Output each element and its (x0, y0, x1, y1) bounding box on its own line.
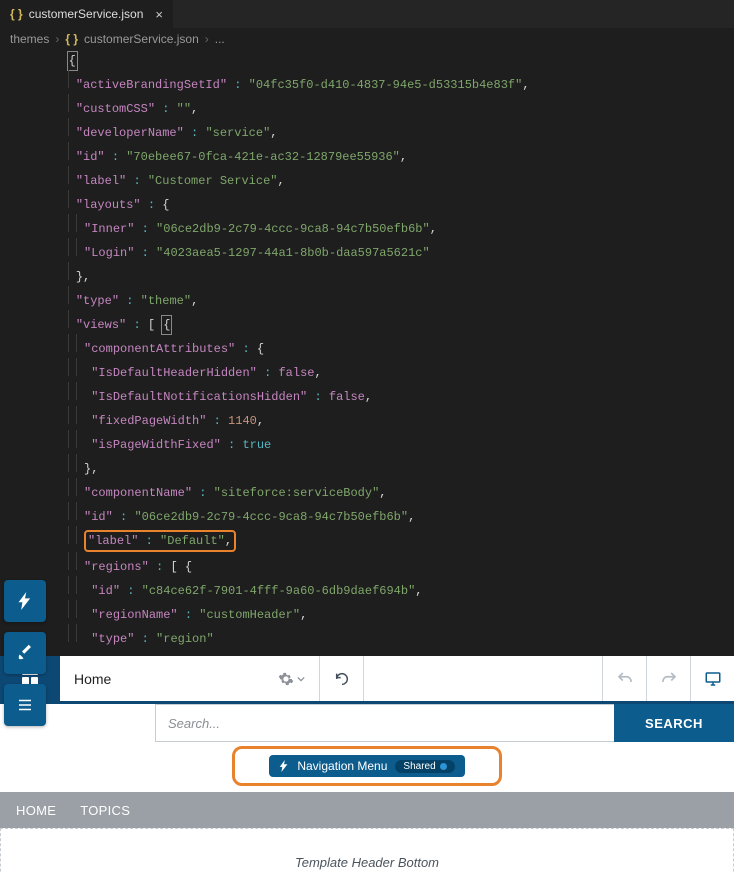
search-row: SEARCH (0, 704, 734, 742)
tab-home[interactable]: HOME (16, 803, 56, 818)
chevron-right-icon: › (205, 32, 209, 46)
breadcrumb: themes › { } customerService.json › ... (0, 28, 734, 50)
template-header-bottom-region[interactable]: Template Header Bottom (0, 828, 734, 873)
undo-icon (616, 670, 634, 688)
json-file-icon: { } (10, 7, 23, 21)
page-name: Home (74, 671, 111, 687)
breadcrumb-more[interactable]: ... (215, 32, 225, 46)
refresh-button[interactable] (320, 656, 364, 701)
chevron-right-icon: › (55, 32, 59, 46)
breadcrumb-file[interactable]: customerService.json (84, 32, 199, 46)
shared-badge: Shared (395, 760, 454, 773)
builder-area: Home SEARCH (0, 656, 734, 873)
bolt-icon (18, 592, 32, 610)
close-icon[interactable]: × (155, 7, 163, 22)
editor-tab-bar: { } customerService.json × (0, 0, 734, 28)
search-button[interactable]: SEARCH (614, 704, 734, 742)
brush-icon (16, 644, 34, 662)
highlight-box: Navigation Menu Shared (232, 746, 501, 786)
editor-tab[interactable]: { } customerService.json × (0, 0, 173, 28)
page-selector[interactable]: Home (60, 656, 320, 701)
region-label: Template Header Bottom (295, 855, 439, 870)
page-settings-button[interactable] (278, 671, 305, 687)
status-dot-icon (440, 763, 447, 770)
list-icon (16, 696, 34, 714)
page-structure-button[interactable] (4, 684, 46, 726)
desktop-icon (704, 670, 722, 688)
bolt-icon (279, 760, 289, 772)
left-rail (4, 580, 46, 726)
redo-button[interactable] (646, 656, 690, 701)
breadcrumb-folder[interactable]: themes (10, 32, 49, 46)
theme-panel-button[interactable] (4, 632, 46, 674)
tab-topics[interactable]: TOPICS (80, 803, 130, 818)
search-input[interactable] (155, 704, 614, 742)
components-panel-button[interactable] (4, 580, 46, 622)
nav-menu-region: Navigation Menu Shared (0, 742, 734, 792)
chevron-down-icon (297, 675, 305, 683)
nav-tabs: HOME TOPICS (0, 792, 734, 828)
preview-button[interactable] (690, 656, 734, 701)
navigation-menu-component[interactable]: Navigation Menu Shared (269, 755, 464, 777)
undo-button[interactable] (602, 656, 646, 701)
builder-toolbar: Home (0, 656, 734, 704)
gear-icon (278, 671, 294, 687)
tab-filename: customerService.json (29, 7, 144, 21)
redo-icon (660, 670, 678, 688)
component-label: Navigation Menu (297, 759, 387, 773)
refresh-icon (334, 671, 350, 687)
code-editor[interactable]: { "activeBrandingSetId" : "04fc35f0-d410… (0, 50, 734, 656)
json-file-icon: { } (65, 32, 78, 46)
